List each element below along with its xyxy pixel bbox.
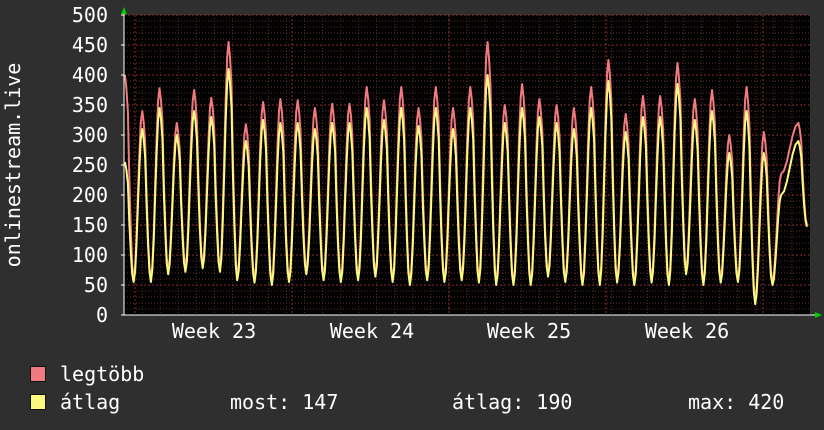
stat-avg: átlag: 190 xyxy=(452,390,573,414)
y-tick-label: 250 xyxy=(72,153,108,177)
x-tick-label: Week 25 xyxy=(487,319,571,343)
y-tick-label: 450 xyxy=(72,33,108,57)
x-tick-label: Week 24 xyxy=(330,319,414,343)
y-tick-label: 350 xyxy=(72,93,108,117)
y-tick-label: 50 xyxy=(84,273,108,297)
y-tick-label: 200 xyxy=(72,183,108,207)
legend-item-max: legtöbb xyxy=(30,362,144,386)
legend-swatch-max xyxy=(30,366,46,382)
y-tick-label: 400 xyxy=(72,63,108,87)
x-tick-label: Week 23 xyxy=(172,319,256,343)
legend-item-avg: átlag xyxy=(30,390,120,414)
x-tick-labels: Week 23 Week 24 Week 25 Week 26 xyxy=(172,319,729,343)
legend-label-avg: átlag xyxy=(60,390,121,414)
y-tick-label: 0 xyxy=(96,303,108,327)
y-tick-labels: 0 50 100 150 200 250 300 350 400 450 500 xyxy=(72,3,108,327)
x-tick-label: Week 26 xyxy=(645,319,729,343)
stat-now: most: 147 xyxy=(230,390,339,414)
y-tick-label: 500 xyxy=(72,3,108,27)
legend-label-max: legtöbb xyxy=(60,362,145,386)
y-axis-arrow-icon xyxy=(121,7,127,14)
y-tick-label: 300 xyxy=(72,123,108,147)
stat-max: max: 420 xyxy=(688,390,785,414)
legend-swatch-avg xyxy=(30,394,46,410)
y-tick-label: 150 xyxy=(72,213,108,237)
y-tick-label: 100 xyxy=(72,243,108,267)
x-axis-arrow-icon xyxy=(815,312,822,318)
y-axis-label: onlinestream.live xyxy=(1,63,25,268)
